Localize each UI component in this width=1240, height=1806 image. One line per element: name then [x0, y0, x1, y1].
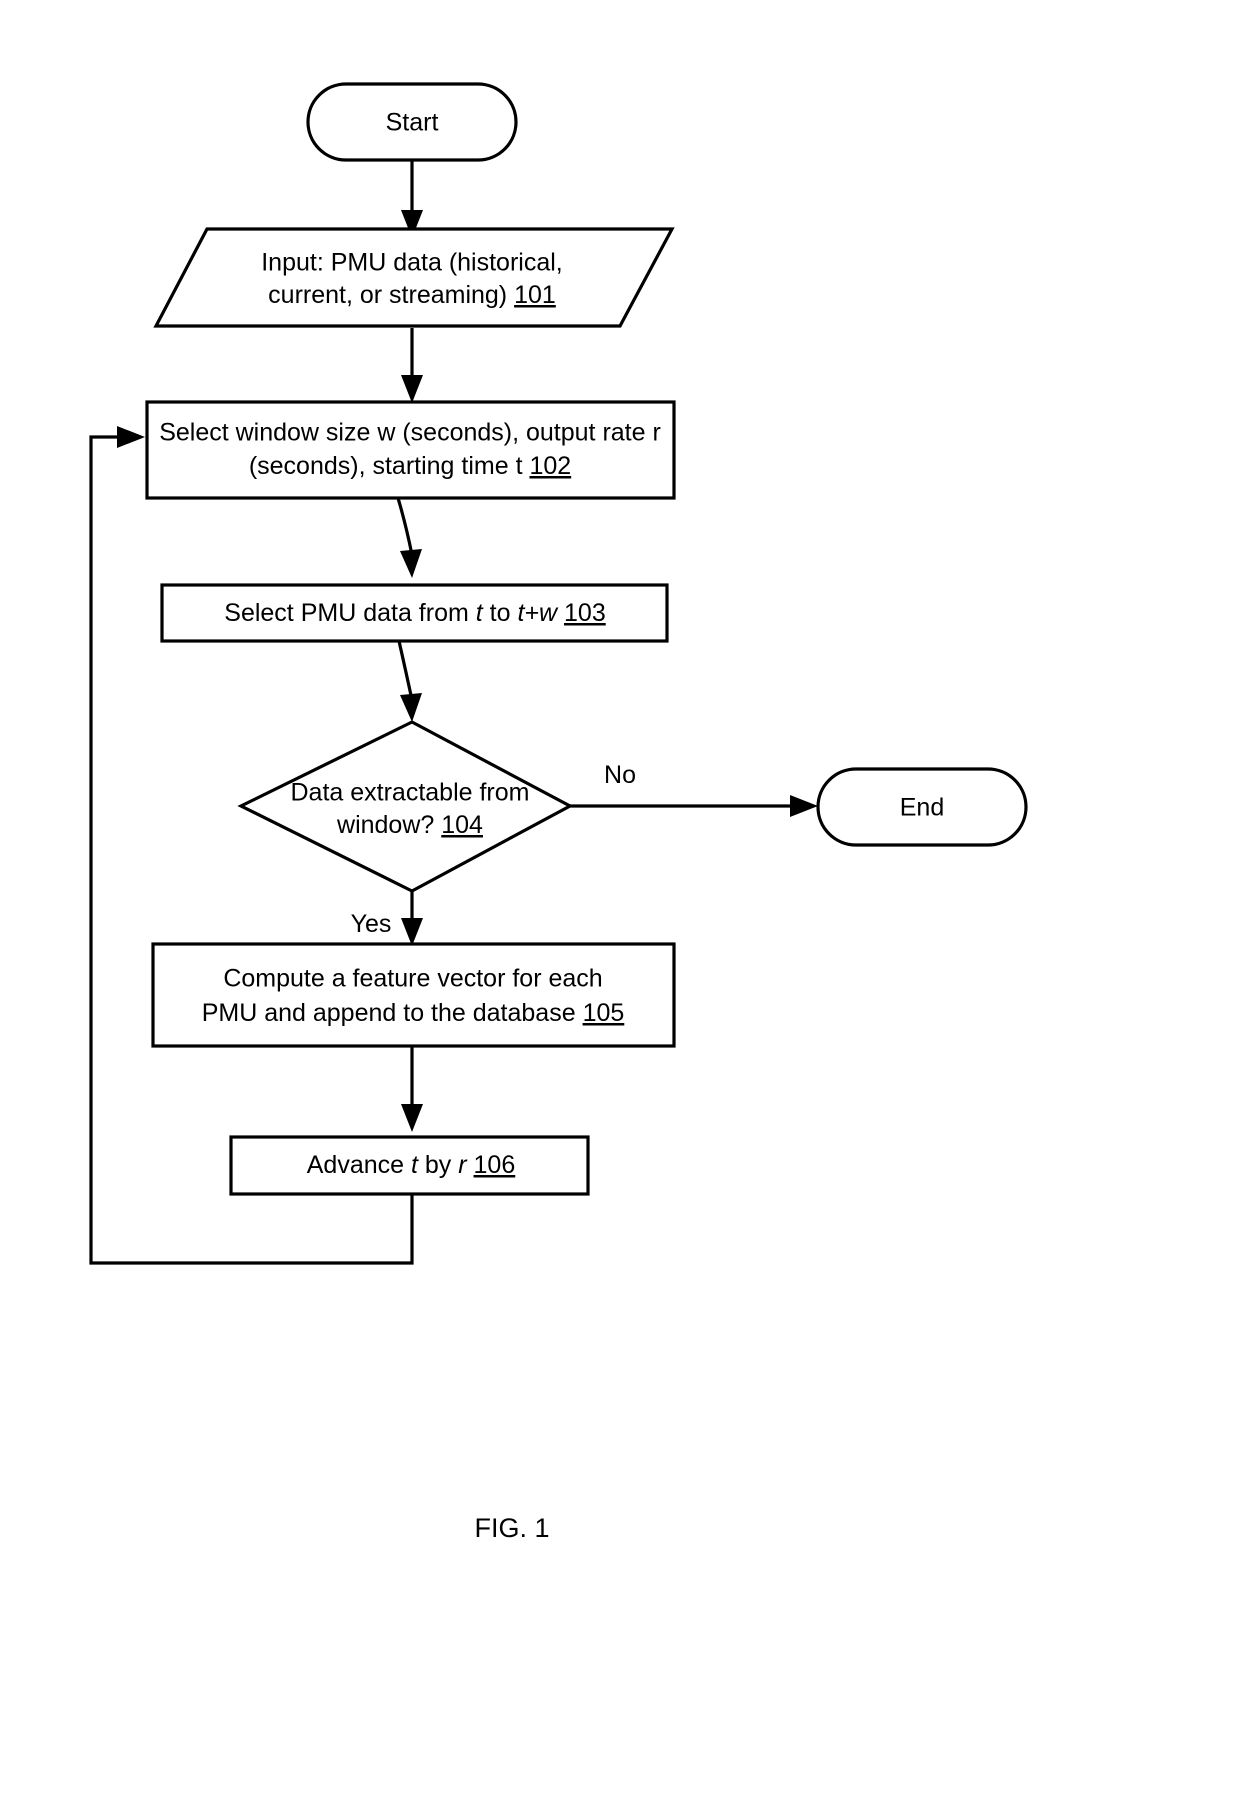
advance-ref-106: 106	[474, 1151, 516, 1179]
decision-line1: Data extractable from	[291, 779, 530, 807]
decision-line2-text: window?	[336, 811, 441, 839]
node-input[interactable]: Input: PMU data (historical, current, or…	[153, 227, 675, 328]
advance-seg1: Advance	[307, 1151, 411, 1179]
decision-ref-104: 104	[441, 811, 483, 839]
arrowhead-icon	[401, 1104, 423, 1132]
flowchart-canvas: Start Input: PMU data (historical, curre…	[89, 82, 1028, 1543]
node-start[interactable]: Start	[306, 82, 518, 162]
input-line2: current, or streaming) 101	[268, 281, 556, 309]
select-window-box-shape	[145, 400, 676, 500]
input-ref-101: 101	[514, 281, 556, 309]
select-data-ref-103: 103	[564, 599, 606, 627]
node-select-data[interactable]: Select PMU data from t to t+w 103	[160, 583, 669, 643]
connector-compute-to-advance	[401, 1046, 423, 1132]
connector-select-data-to-decision	[397, 640, 422, 722]
select-data-seg5	[557, 599, 564, 627]
advance-label: Advance t by r 106	[307, 1151, 516, 1179]
decision-line2: window? 104	[336, 811, 483, 839]
arrowhead-icon	[401, 918, 423, 946]
node-end[interactable]: End	[816, 767, 1028, 847]
arrowhead-icon	[117, 426, 145, 448]
node-select-window[interactable]: Select window size w (seconds), output r…	[145, 400, 676, 500]
edge-label-no: No	[604, 761, 636, 789]
select-window-line2-text: (seconds), starting time t	[249, 452, 530, 480]
select-data-label: Select PMU data from t to t+w 103	[224, 599, 605, 627]
select-data-seg1: Select PMU data from	[224, 599, 475, 627]
advance-seg5	[467, 1151, 474, 1179]
connector-select-window-to-select-data	[396, 497, 422, 578]
arrowhead-icon	[401, 375, 423, 403]
connector-input-to-select-window	[401, 328, 423, 403]
compute-box-shape	[151, 942, 676, 1048]
input-line1: Input: PMU data (historical,	[261, 249, 563, 277]
connector-decision-yes-to-compute	[401, 891, 423, 946]
compute-line2: PMU and append to the database 105	[202, 999, 625, 1027]
arrowhead-icon	[790, 795, 818, 817]
edge-label-yes: Yes	[351, 910, 392, 938]
select-data-var-tw: t+w	[517, 599, 559, 627]
start-label: Start	[386, 109, 439, 137]
compute-line2-text: PMU and append to the database	[202, 999, 583, 1027]
node-decision[interactable]: Data extractable from window? 104	[237, 720, 574, 893]
figure-1-flowchart: Start Input: PMU data (historical, curre…	[0, 0, 1240, 1806]
advance-seg3: by	[418, 1151, 458, 1179]
compute-ref-105: 105	[583, 999, 625, 1027]
select-window-ref-102: 102	[529, 452, 571, 480]
compute-line1: Compute a feature vector for each	[223, 965, 602, 993]
node-advance[interactable]: Advance t by r 106	[229, 1135, 590, 1196]
input-parallelogram-shape	[153, 227, 675, 328]
figure-caption: FIG. 1	[474, 1513, 549, 1543]
connector-start-to-input	[401, 158, 423, 238]
input-line2-text: current, or streaming)	[268, 281, 514, 309]
arrowhead-icon	[400, 693, 422, 722]
end-label: End	[900, 794, 944, 822]
select-window-line1: Select window size w (seconds), output r…	[159, 419, 661, 447]
arrowhead-icon	[400, 549, 422, 578]
connector-decision-no-to-end	[570, 795, 818, 817]
node-compute[interactable]: Compute a feature vector for each PMU an…	[151, 942, 676, 1048]
select-window-line2: (seconds), starting time t 102	[249, 452, 571, 480]
select-data-seg3: to	[483, 599, 518, 627]
